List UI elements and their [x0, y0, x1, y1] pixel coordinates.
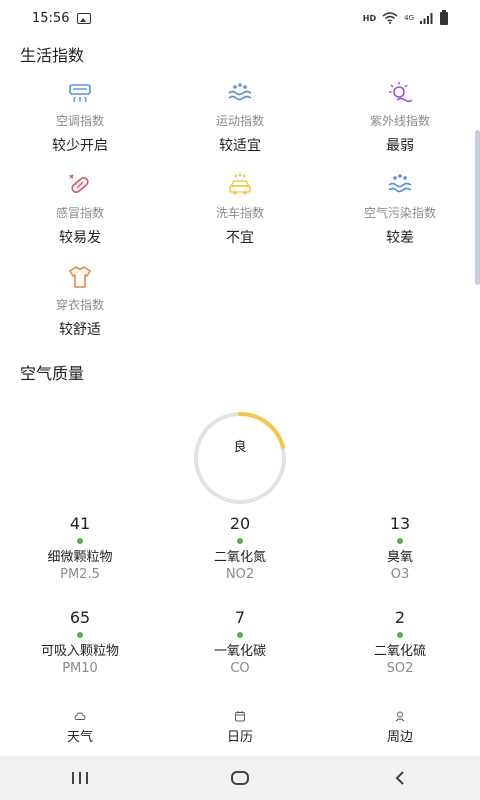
index-label: 感冒指数 — [55, 206, 104, 220]
life-index-item[interactable]: 紫外线指数 最弱 — [320, 80, 480, 155]
nav-item-nearby[interactable]: 周边 — [320, 700, 480, 756]
clothing-icon — [69, 266, 91, 288]
air-code: PM10 — [62, 661, 98, 676]
home-button[interactable] — [210, 756, 270, 800]
air-item: 20 二氧化氮 NO2 — [160, 514, 320, 583]
sport-icon — [228, 83, 252, 101]
status-bar: 15:56 HD 4G — [0, 0, 480, 36]
recent-apps-icon — [72, 772, 88, 784]
back-icon — [395, 771, 404, 785]
air-name: 二氧化氮 — [213, 550, 266, 565]
status-dot — [237, 538, 243, 544]
air-item: 65 可吸入颗粒物 PM10 — [0, 608, 160, 677]
bottom-nav: 天气 日历 周边 — [0, 700, 480, 756]
index-value: 较差 — [386, 230, 414, 246]
status-dot — [77, 632, 83, 638]
recent-apps-button[interactable] — [50, 756, 110, 800]
system-nav-bar — [0, 756, 480, 800]
air-item: 41 细微颗粒物 PM2.5 — [0, 514, 160, 583]
index-label: 空调指数 — [55, 114, 104, 128]
air-value: 7 — [234, 608, 246, 627]
air-item: 7 一氧化碳 CO — [160, 608, 320, 677]
index-label: 运动指数 — [215, 114, 264, 128]
index-label: 紫外线指数 — [369, 114, 430, 128]
nav-label: 周边 — [386, 730, 413, 745]
life-index-item[interactable]: 空调指数 较少开启 — [0, 80, 160, 155]
air-item: 13 臭氧 O3 — [320, 514, 480, 583]
air-name: 臭氧 — [386, 550, 413, 565]
hd-label: HD — [362, 13, 377, 23]
air-code: O3 — [390, 567, 410, 582]
life-index-title: 生活指数 — [20, 46, 85, 65]
life-index-item[interactable]: 穿衣指数 较舒适 — [0, 264, 160, 339]
air-value: 20 — [229, 514, 251, 533]
gallery-icon — [77, 12, 92, 24]
index-label: 空气污染指数 — [363, 206, 436, 220]
signal-icon — [420, 13, 433, 24]
nearby-icon — [395, 711, 405, 722]
index-value: 较易发 — [59, 230, 101, 246]
air-code: SO2 — [386, 661, 414, 676]
index-label: 洗车指数 — [215, 206, 264, 220]
air-item: 2 二氧化硫 SO2 — [320, 608, 480, 677]
life-index-item[interactable]: 空气污染指数 较差 — [320, 172, 480, 247]
air-code: CO — [230, 661, 250, 676]
air-value: 41 — [69, 514, 91, 533]
air-pollution-icon — [388, 174, 412, 193]
status-indicators: HD 4G — [362, 9, 448, 25]
status-dot — [397, 538, 403, 544]
back-button[interactable] — [370, 756, 430, 800]
index-label: 穿衣指数 — [55, 298, 104, 312]
uv-icon — [389, 82, 413, 103]
cold-pill-icon — [69, 174, 89, 194]
nav-item-calendar[interactable]: 日历 — [160, 700, 320, 756]
status-dot — [237, 632, 243, 638]
air-name: 细微颗粒物 — [47, 550, 113, 565]
battery-icon — [440, 9, 448, 25]
air-code: NO2 — [225, 567, 255, 582]
air-value: 13 — [389, 514, 411, 533]
life-index-item[interactable]: 洗车指数 不宜 — [160, 172, 320, 247]
nav-label: 天气 — [66, 730, 93, 745]
status-time: 15:56 — [32, 10, 70, 26]
index-value: 不宜 — [226, 230, 254, 246]
life-index-item[interactable]: 感冒指数 较易发 — [0, 172, 160, 247]
home-icon — [231, 771, 249, 785]
nav-item-weather[interactable]: 天气 — [0, 700, 160, 756]
index-value: 较舒适 — [59, 322, 101, 338]
wifi-icon — [382, 12, 398, 24]
scroll-indicator[interactable] — [475, 130, 480, 285]
air-value: 65 — [69, 608, 91, 627]
car-wash-icon — [229, 173, 251, 195]
nav-label: 日历 — [226, 730, 253, 745]
weather-icon — [74, 712, 86, 720]
life-index-item[interactable]: 运动指数 较适宜 — [160, 80, 320, 155]
air-conditioner-icon — [69, 84, 91, 103]
index-value: 最弱 — [386, 138, 414, 154]
air-quality-title: 空气质量 — [20, 364, 85, 383]
status-dot — [397, 632, 403, 638]
calendar-icon — [235, 711, 245, 722]
index-value: 较少开启 — [52, 138, 108, 154]
aqi-level: 良 — [233, 440, 247, 455]
air-name: 一氧化碳 — [213, 644, 266, 659]
air-code: PM2.5 — [60, 567, 100, 582]
air-name: 二氧化硫 — [373, 644, 426, 659]
network-type: 4G — [404, 13, 414, 22]
index-value: 较适宜 — [219, 138, 261, 154]
status-dot — [77, 538, 83, 544]
air-value: 2 — [394, 608, 406, 627]
air-name: 可吸入颗粒物 — [40, 644, 119, 659]
